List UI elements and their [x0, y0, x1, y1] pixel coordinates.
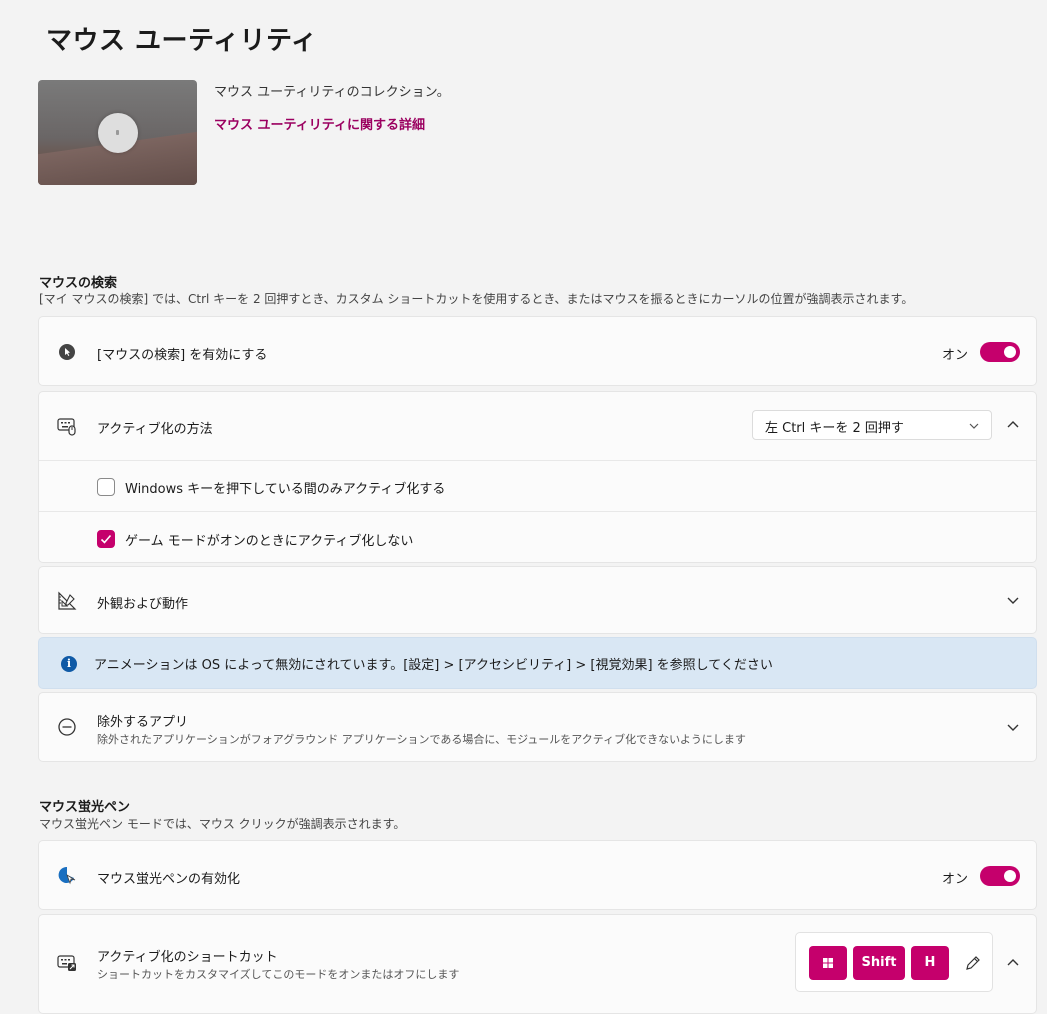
chevron-down-icon[interactable]	[1006, 593, 1020, 607]
activation-method-label: アクティブ化の方法	[97, 422, 213, 437]
activation-shortcut-label: アクティブ化のショートカット	[97, 950, 278, 965]
highlighter-toggle[interactable]	[980, 866, 1020, 886]
activation-shortcut-desc: ショートカットをカスタマイズしてこのモードをオンまたはオフにします	[97, 968, 460, 981]
game-mode-checkbox[interactable]	[97, 530, 115, 548]
excluded-apps-card[interactable]: 除外するアプリ 除外されたアプリケーションがフォアグラウンド アプリケーションで…	[38, 692, 1037, 762]
chevron-up-icon[interactable]	[1006, 956, 1020, 970]
animation-info-text: アニメーションは OS によって無効にされています。[設定] > [アクセシビリ…	[94, 658, 773, 673]
animation-info-bar: i アニメーションは OS によって無効にされています。[設定] > [アクセシ…	[38, 637, 1037, 689]
excluded-apps-label: 除外するアプリ	[97, 715, 189, 730]
h-key: H	[911, 946, 949, 980]
chevron-down-icon[interactable]	[1006, 720, 1020, 734]
learn-more-link[interactable]: マウス ユーティリティに関する詳細	[214, 114, 425, 133]
block-icon	[58, 718, 76, 736]
highlighter-icon	[58, 866, 76, 885]
appearance-card[interactable]: 外観および動作	[38, 566, 1037, 634]
edit-pencil-icon[interactable]	[964, 954, 982, 972]
hero-image	[38, 80, 197, 185]
hero-description: マウス ユーティリティのコレクション。	[214, 85, 450, 100]
find-mouse-enable-card: [マウスの検索] を有効にする オン	[38, 316, 1037, 386]
find-mouse-icon	[59, 344, 75, 360]
game-mode-option-row: ゲーム モードがオンのときにアクティブ化しない	[39, 511, 1036, 563]
page-title: マウス ユーティリティ	[46, 26, 318, 56]
find-mouse-section-title: マウスの検索	[39, 276, 118, 291]
activation-shortcut-card: アクティブ化のショートカット ショートカットをカスタマイズしてこのモードをオンま…	[38, 914, 1037, 1014]
windows-key-checkbox-label: Windows キーを押下している間のみアクティブ化する	[125, 482, 446, 497]
checkmark-icon	[100, 534, 112, 544]
highlighter-enable-card: マウス蛍光ペンの有効化 オン	[38, 840, 1037, 910]
keyboard-mouse-icon	[57, 418, 76, 436]
shift-key: Shift	[853, 946, 905, 980]
find-mouse-toggle-state: オン	[941, 348, 968, 363]
find-mouse-toggle[interactable]	[980, 342, 1020, 362]
windows-key-checkbox[interactable]	[97, 478, 115, 496]
windows-key-option-row: Windows キーを押下している間のみアクティブ化する	[39, 460, 1036, 512]
highlighter-section-desc: マウス蛍光ペン モードでは、マウス クリックが強調表示されます。	[39, 817, 406, 831]
activation-method-value: 左 Ctrl キーを 2 回押す	[765, 421, 904, 436]
highlighter-enable-label: マウス蛍光ペンの有効化	[97, 872, 241, 887]
game-mode-checkbox-label: ゲーム モードがオンのときにアクティブ化しない	[125, 534, 414, 549]
shortcut-keys-box[interactable]: Shift H	[795, 932, 993, 992]
info-icon: i	[61, 656, 77, 672]
highlighter-toggle-state: オン	[941, 872, 968, 887]
windows-logo-icon	[823, 958, 833, 968]
chevron-down-icon	[969, 423, 979, 429]
find-mouse-section-desc: [マイ マウスの検索] では、Ctrl キーを 2 回押すとき、カスタム ショー…	[39, 292, 914, 306]
highlighter-section-title: マウス蛍光ペン	[39, 800, 131, 815]
appearance-label: 外観および動作	[97, 597, 189, 612]
windows-key	[809, 946, 847, 980]
activation-method-card: アクティブ化の方法 左 Ctrl キーを 2 回押す Windows キーを押下…	[38, 391, 1037, 563]
ruler-pen-icon	[58, 591, 77, 610]
chevron-up-icon[interactable]	[1006, 418, 1020, 432]
keyboard-shortcut-icon	[57, 955, 76, 971]
find-mouse-enable-label: [マウスの検索] を有効にする	[97, 348, 268, 363]
excluded-apps-desc: 除外されたアプリケーションがフォアグラウンド アプリケーションである場合に、モジ…	[97, 733, 746, 746]
activation-method-dropdown[interactable]: 左 Ctrl キーを 2 回押す	[752, 410, 992, 440]
